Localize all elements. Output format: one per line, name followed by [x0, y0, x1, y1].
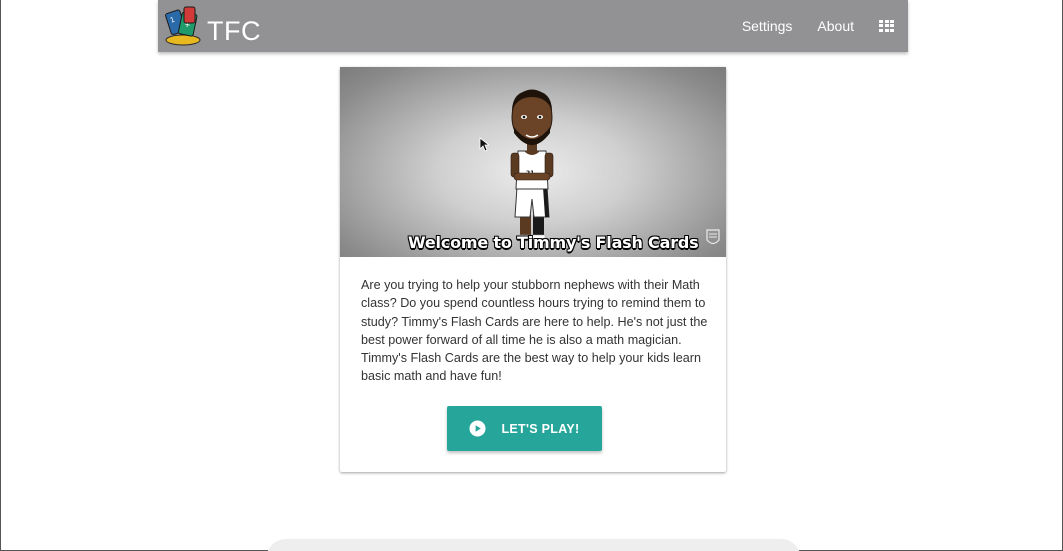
image-caption: Welcome to Timmy's Flash Cards — [408, 233, 699, 252]
footer-edge — [266, 539, 801, 551]
cartoon-player-illustration: 21 — [510, 89, 554, 241]
top-navbar: 1 + TFC Settings About — [158, 0, 908, 52]
brand-title: TFC — [207, 16, 261, 46]
nav-link-about[interactable]: About — [817, 18, 854, 34]
nav-link-settings[interactable]: Settings — [742, 18, 793, 34]
welcome-gif: 21 Welcome to Timmy's Flash Cards — [340, 67, 726, 257]
play-circle-icon — [469, 420, 486, 437]
card-description: Are you trying to help your stubborn nep… — [361, 278, 708, 384]
brand-home-link[interactable]: 1 + TFC — [163, 4, 261, 47]
apps-grid-icon[interactable] — [879, 19, 894, 33]
watermark-logo-icon — [706, 229, 720, 245]
flash-cards-logo-icon: 1 + — [165, 6, 201, 45]
lets-play-button[interactable]: LET'S PLAY! — [447, 406, 602, 451]
welcome-card: 21 Welcome to Timmy's Flash Cards — [340, 67, 726, 472]
mouse-cursor-icon — [479, 137, 489, 152]
lets-play-label: LET'S PLAY! — [501, 421, 580, 436]
nav-links: Settings About — [742, 0, 894, 52]
